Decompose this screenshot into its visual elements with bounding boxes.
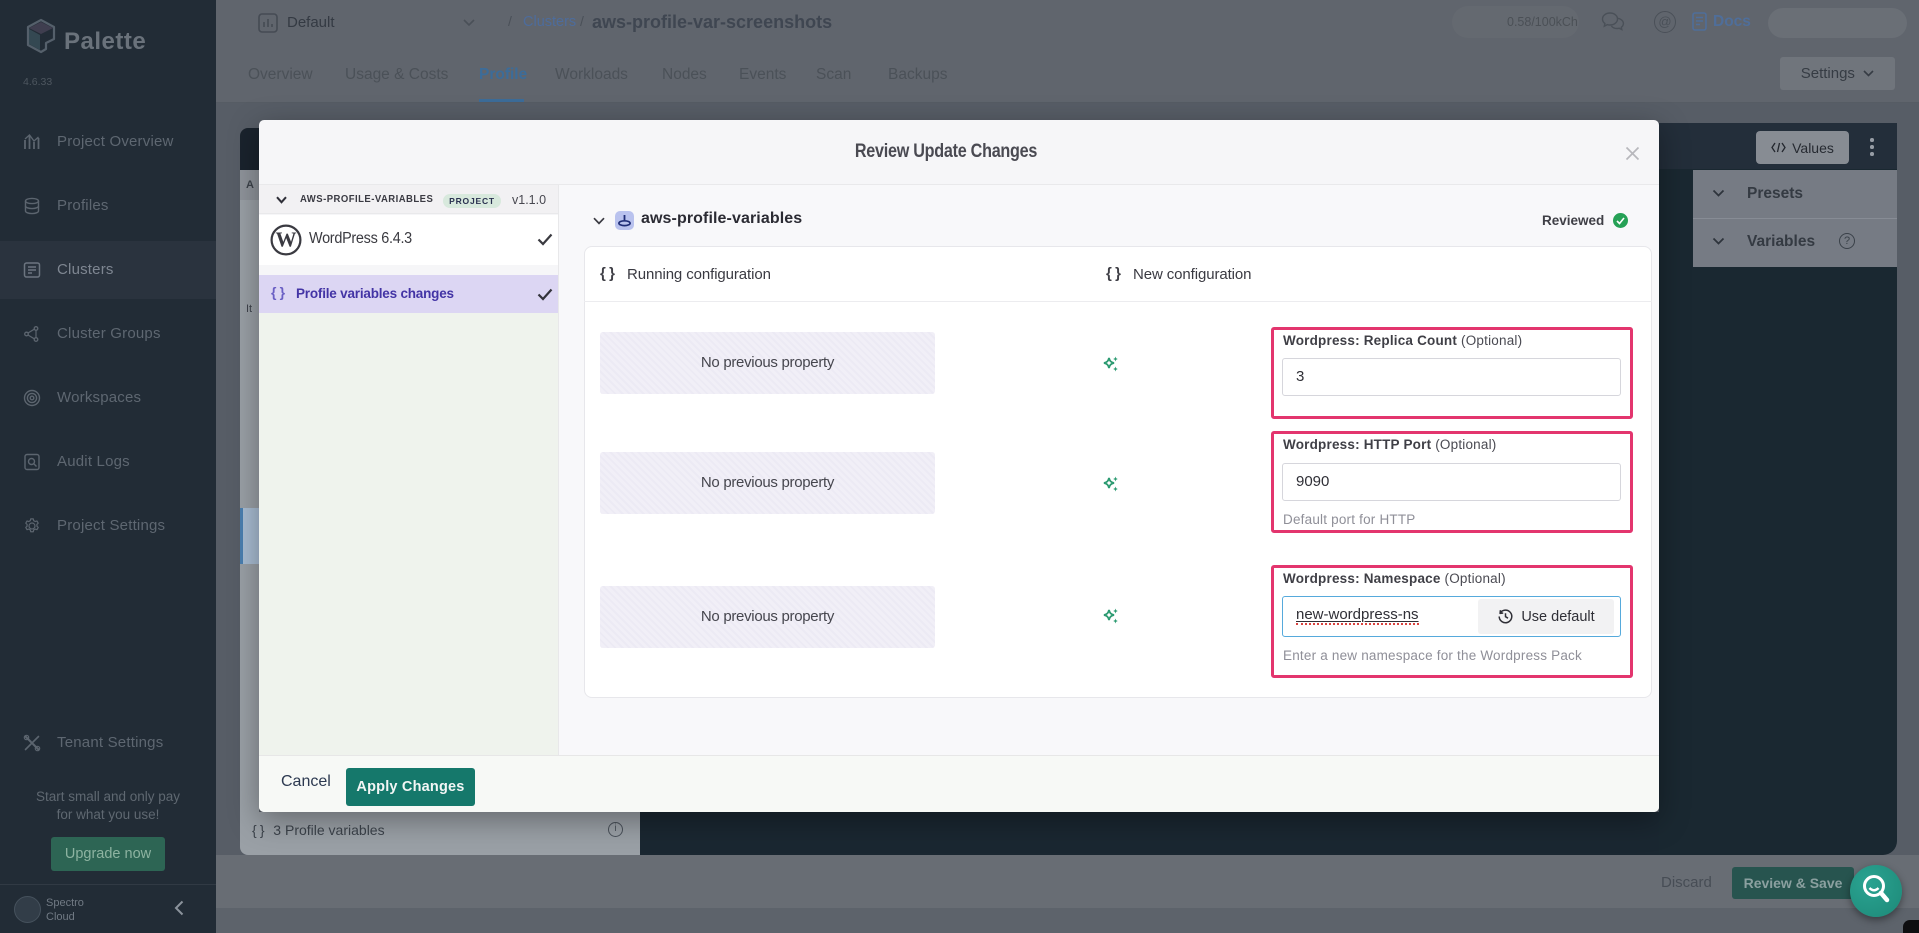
- svg-text:W: W: [276, 228, 297, 252]
